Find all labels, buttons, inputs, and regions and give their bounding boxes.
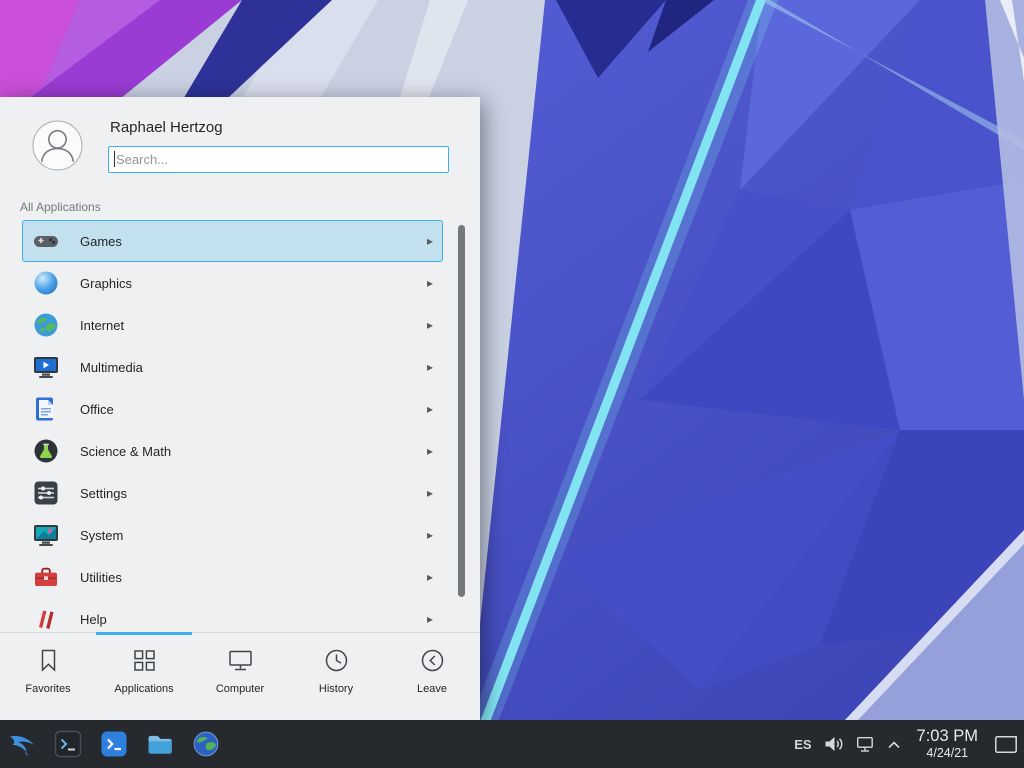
- user-avatar-icon: [32, 120, 83, 171]
- category-list: Games ▸ Graphics ▸: [0, 220, 480, 632]
- flask-icon: [33, 438, 59, 464]
- text-cursor: [114, 151, 115, 167]
- category-row-games[interactable]: Games ▸: [22, 220, 443, 262]
- tab-leave[interactable]: Leave: [384, 633, 480, 720]
- category-row-settings[interactable]: Settings ▸: [22, 472, 443, 514]
- system-monitor-icon: [33, 522, 59, 548]
- category-row-help[interactable]: Help ▸: [22, 598, 443, 632]
- user-name: Raphael Hertzog: [110, 119, 223, 136]
- tab-computer[interactable]: Computer: [192, 633, 288, 720]
- submenu-arrow-icon: ▸: [427, 612, 433, 626]
- digital-clock[interactable]: 7:03 PM 4/24/21: [913, 727, 982, 760]
- gamepad-icon: [33, 228, 59, 254]
- kali-menu-icon[interactable]: [8, 730, 36, 758]
- circle-back-arrow-icon: [419, 647, 446, 674]
- category-label: Graphics: [80, 276, 132, 291]
- category-label: Help: [80, 612, 107, 627]
- graphics-icon: [33, 270, 59, 296]
- wired-network-icon[interactable]: [856, 736, 875, 753]
- submenu-arrow-icon: ▸: [427, 318, 433, 332]
- bookmark-icon: [35, 647, 62, 674]
- volume-icon[interactable]: [824, 735, 844, 753]
- submenu-arrow-icon: ▸: [427, 486, 433, 500]
- category-label: Office: [80, 402, 114, 417]
- keyboard-layout-indicator[interactable]: ES: [794, 737, 811, 752]
- submenu-arrow-icon: ▸: [427, 234, 433, 248]
- submenu-arrow-icon: ▸: [427, 570, 433, 584]
- category-label: Utilities: [80, 570, 122, 585]
- file-manager-icon[interactable]: [146, 730, 174, 758]
- submenu-arrow-icon: ▸: [427, 444, 433, 458]
- submenu-arrow-icon: ▸: [427, 276, 433, 290]
- web-browser-icon[interactable]: [192, 730, 220, 758]
- clock-icon: [323, 647, 350, 674]
- category-label: Internet: [80, 318, 124, 333]
- submenu-arrow-icon: ▸: [427, 402, 433, 416]
- monitor-icon: [227, 647, 254, 674]
- category-label: Science & Math: [80, 444, 171, 459]
- sliders-icon: [33, 480, 59, 506]
- tab-label: Leave: [417, 683, 447, 695]
- application-launcher: Raphael Hertzog All Applications Games: [0, 97, 480, 720]
- submenu-arrow-icon: ▸: [427, 360, 433, 374]
- section-label: All Applications: [20, 200, 101, 214]
- tab-favorites[interactable]: Favorites: [0, 633, 96, 720]
- category-row-multimedia[interactable]: Multimedia ▸: [22, 346, 443, 388]
- taskbar: ES 7:03 PM: [0, 720, 1024, 768]
- desktop: Raphael Hertzog All Applications Games: [0, 0, 1024, 768]
- list-scrollbar[interactable]: [458, 225, 465, 597]
- category-row-utilities[interactable]: Utilities ▸: [22, 556, 443, 598]
- clock-date: 4/24/21: [917, 746, 978, 760]
- document-icon: [33, 396, 59, 422]
- terminal-settings-icon[interactable]: [54, 730, 82, 758]
- help-icon: [33, 606, 59, 632]
- category-row-system[interactable]: System ▸: [22, 514, 443, 556]
- category-row-internet[interactable]: Internet ▸: [22, 304, 443, 346]
- kali-terminal-icon[interactable]: [100, 730, 128, 758]
- tab-label: Applications: [114, 683, 173, 695]
- toolbox-icon: [33, 564, 59, 590]
- tab-label: History: [319, 683, 353, 695]
- grid-icon: [131, 647, 158, 674]
- category-label: System: [80, 528, 123, 543]
- category-row-graphics[interactable]: Graphics ▸: [22, 262, 443, 304]
- category-label: Games: [80, 234, 122, 249]
- multimedia-icon: [33, 354, 59, 380]
- launcher-tab-bar: Favorites Applications: [0, 632, 480, 720]
- category-row-science-math[interactable]: Science & Math ▸: [22, 430, 443, 472]
- tab-label: Computer: [216, 683, 264, 695]
- clock-time: 7:03 PM: [917, 727, 978, 746]
- search-input[interactable]: [108, 146, 449, 173]
- tab-history[interactable]: History: [288, 633, 384, 720]
- tab-label: Favorites: [25, 683, 70, 695]
- tab-applications[interactable]: Applications: [96, 633, 192, 720]
- category-label: Settings: [80, 486, 127, 501]
- show-desktop-icon[interactable]: [994, 735, 1018, 754]
- category-label: Multimedia: [80, 360, 143, 375]
- submenu-arrow-icon: ▸: [427, 528, 433, 542]
- globe-icon: [33, 312, 59, 338]
- expand-caret-icon[interactable]: [887, 740, 901, 749]
- category-row-office[interactable]: Office ▸: [22, 388, 443, 430]
